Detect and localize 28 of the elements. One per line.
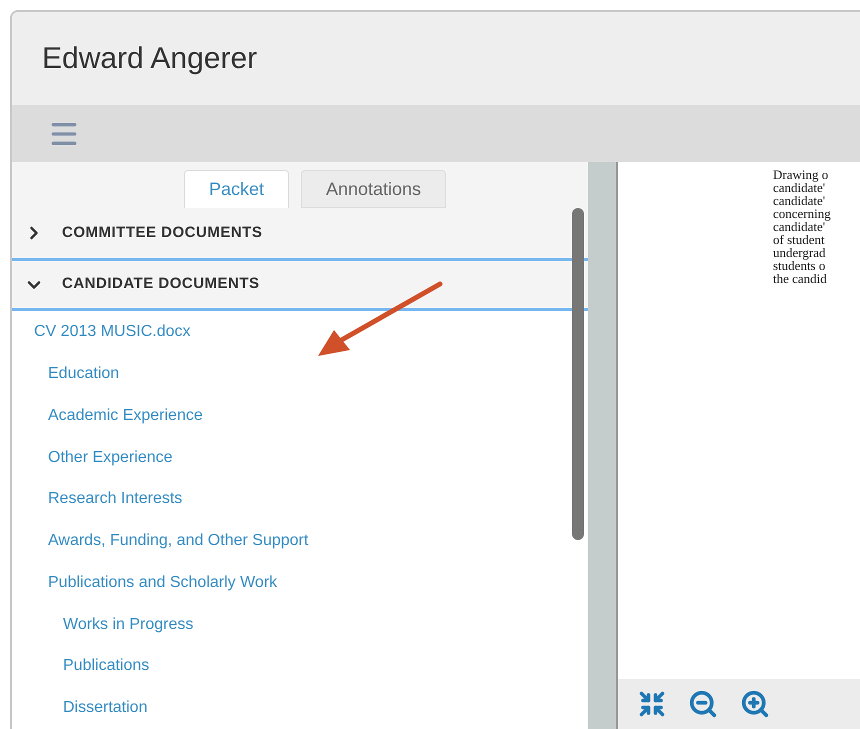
- fit-icon[interactable]: [638, 690, 666, 718]
- zoom-out-icon[interactable]: [688, 689, 718, 719]
- tab[interactable]: Packet: [184, 170, 289, 208]
- section-header[interactable]: COMMITTEE DOCUMENTS: [12, 208, 588, 258]
- document-text: candidate': [773, 181, 826, 194]
- tab[interactable]: Annotations: [300, 170, 446, 208]
- tree-link[interactable]: Academic Experience: [48, 404, 203, 428]
- zoom-in-icon[interactable]: [740, 689, 770, 719]
- document-text: Drawing o: [773, 168, 830, 181]
- tree-link[interactable]: Awards, Funding, and Other Support: [48, 529, 308, 554]
- tree-link[interactable]: Publications: [63, 654, 150, 678]
- tree-link[interactable]: Other Experience: [48, 446, 173, 470]
- tree-link[interactable]: CV 2013 MUSIC.docx: [34, 320, 191, 344]
- tree-link[interactable]: Dissertation: [63, 696, 148, 720]
- document-text: the candid: [773, 272, 828, 285]
- document-text: undergrad: [773, 246, 826, 259]
- document-text: concerning: [773, 207, 832, 220]
- section-header[interactable]: CANDIDATE DOCUMENTS: [12, 258, 588, 312]
- tree-link[interactable]: Works in Progress: [63, 612, 194, 637]
- header-title: Edward Angerer: [42, 41, 258, 77]
- document-text: candidate': [773, 220, 826, 233]
- tree-link[interactable]: Publications and Scholarly Work: [48, 570, 278, 595]
- scrollbar-thumb[interactable]: [572, 208, 584, 540]
- tree-link[interactable]: Research Interests: [48, 487, 182, 512]
- tree-link[interactable]: Education: [48, 362, 120, 386]
- document-text: of student: [773, 233, 826, 246]
- document-text: students o: [773, 259, 826, 272]
- document-text: candidate': [773, 194, 826, 207]
